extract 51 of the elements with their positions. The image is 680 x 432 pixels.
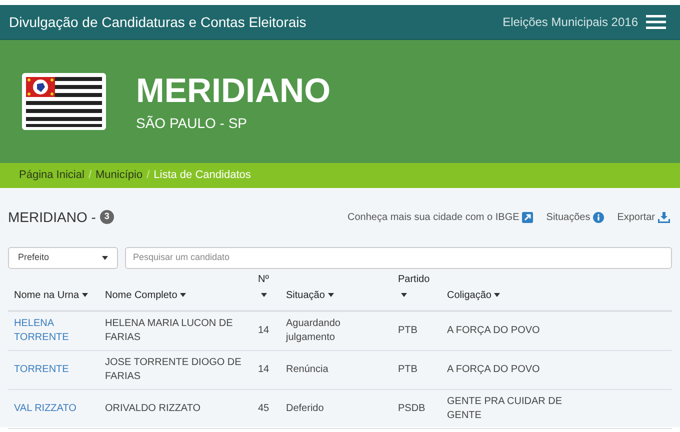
count-badge: 3 xyxy=(100,210,114,224)
action-link[interactable]: Exportar xyxy=(617,210,670,224)
table-cell-text: Deferido xyxy=(286,402,325,416)
search-field[interactable]: Pesquisar um candidato xyxy=(125,247,672,269)
breadcrumb-link[interactable]: Página Inicial xyxy=(19,167,84,184)
candidate-link[interactable]: VAL RIZZATO xyxy=(14,402,95,416)
column-header[interactable]: Nº xyxy=(252,272,280,311)
table-cell-text: PTB xyxy=(398,324,418,338)
table-cell-text: PSDB xyxy=(398,402,426,416)
breadcrumb-separator: / xyxy=(88,168,92,184)
sort-caret-icon xyxy=(180,293,186,298)
table-cell-text: PTB xyxy=(398,362,418,376)
table-cell-text: GENTE PRA CUIDAR DE GENTE xyxy=(447,394,564,422)
column-header[interactable]: Coligação xyxy=(441,272,672,311)
table-cell-text: A FORÇA DO POVO xyxy=(447,362,541,376)
download-icon xyxy=(658,212,670,222)
sort-caret-icon xyxy=(261,293,267,298)
election-label: Eleições Municipais 2016 xyxy=(502,14,638,31)
column-header[interactable]: Partido xyxy=(392,272,441,311)
caret-icon xyxy=(102,256,108,260)
candidate-link[interactable]: HELENA TORRENTE xyxy=(14,316,95,345)
table-cell-text: 14 xyxy=(258,324,270,338)
breadcrumb-link[interactable]: Município xyxy=(96,167,143,184)
table-cell-text: Renúncia xyxy=(286,362,330,376)
site-title: Divulgação de Candidaturas e Contas Eleitorais xyxy=(9,12,306,32)
table-cell-text: ORIVALDO RIZZATO xyxy=(105,402,202,416)
city-name: MERIDIANO xyxy=(136,71,331,112)
column-header[interactable]: Nome na Urna xyxy=(8,272,99,311)
breadcrumb-separator: / xyxy=(146,168,150,184)
list-title: MERIDIANO - xyxy=(8,208,96,226)
table-cell-text: JOSE TORRENTE DIOGO DE FARIAS xyxy=(105,356,242,384)
sort-caret-icon xyxy=(401,293,407,298)
table-cell-text: 45 xyxy=(258,402,270,416)
flag-icon xyxy=(22,73,106,130)
info-icon xyxy=(593,212,604,222)
action-link[interactable]: Conheça mais sua cidade com o IBGE xyxy=(348,210,534,224)
action-link[interactable]: Situações xyxy=(546,210,604,224)
sort-caret-icon xyxy=(494,293,500,298)
table-cell-text: Aguardando julgamento xyxy=(286,316,342,345)
candidate-link[interactable]: TORRENTE xyxy=(14,362,95,376)
table-cell-text: HELENA MARIA LUCON DE FARIAS xyxy=(105,316,234,345)
table-cell-text: A FORÇA DO POVO xyxy=(447,324,541,338)
table-cell-text: 14 xyxy=(258,362,270,376)
menu-icon[interactable] xyxy=(646,15,666,29)
column-header[interactable]: Nome Completo xyxy=(99,272,252,311)
role-dropdown[interactable]: Prefeito xyxy=(8,247,118,269)
column-header[interactable]: Situação xyxy=(280,272,392,311)
state-name: SÃO PAULO - SP xyxy=(136,114,248,133)
sort-caret-icon xyxy=(82,293,88,298)
sort-caret-icon xyxy=(328,293,334,298)
external-link-icon xyxy=(522,212,534,222)
